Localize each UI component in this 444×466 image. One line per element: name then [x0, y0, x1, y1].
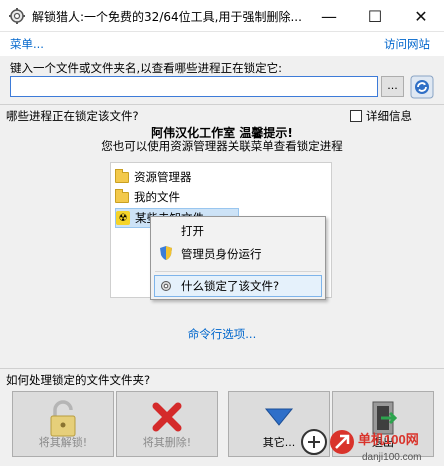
input-prompt: 键入一个文件或文件夹名,以查看哪些进程正在锁定它: [10, 61, 283, 75]
app-gear-icon [9, 8, 25, 24]
divider [0, 104, 444, 105]
unlock-button[interactable]: 将其解锁! [12, 391, 114, 457]
folder-icon [115, 168, 129, 183]
list-item: 我的文件 [115, 187, 180, 207]
list-item: 资源管理器 [115, 167, 192, 187]
detail-label: 详细信息 [366, 109, 412, 123]
title-bar: 解锁猎人:一个免费的32/64位工具,用于强制删除... — ☐ ✕ [0, 0, 444, 32]
detail-checkbox[interactable]: 详细信息 [350, 108, 412, 124]
ctx-open: 打开 [181, 224, 204, 238]
visit-website-link[interactable]: 访问网站 [384, 36, 430, 52]
locking-processes-label: 哪些进程正在锁定该文件? [6, 109, 139, 123]
context-menu: 打开 管理员身份运行 什么锁定了该文件? [150, 216, 326, 300]
checkbox-box[interactable] [350, 110, 362, 122]
folder-icon [115, 188, 129, 203]
hazard-icon: ☢ [116, 211, 130, 225]
divider [0, 368, 444, 369]
close-button[interactable]: ✕ [398, 0, 444, 32]
menu-separator [155, 271, 321, 272]
site-watermark: 单机100网 danji100.com [301, 429, 421, 463]
ctx-what-locks: 什么锁定了该文件? [181, 279, 280, 293]
tip-subtitle: 您也可以使用资源管理器关联菜单查看锁定进程 [101, 139, 343, 153]
watermark-brand: 单机100网 [358, 432, 419, 447]
window-title: 解锁猎人:一个免费的32/64位工具,用于强制删除... [32, 10, 302, 24]
menu-bar: 菜单... 访问网站 [0, 32, 444, 56]
item-label: 资源管理器 [134, 170, 192, 184]
how-to-handle-label: 如何处理锁定的文件文件夹? [6, 373, 151, 387]
command-line-options-link[interactable]: 命令行选项... [0, 326, 444, 342]
refresh-icon[interactable] [410, 75, 434, 99]
item-label: 我的文件 [134, 190, 180, 204]
delete-label: 将其删除! [142, 436, 192, 449]
shield-icon [160, 246, 172, 260]
unlock-label: 将其解锁! [38, 436, 88, 449]
gear-icon [161, 281, 171, 291]
watermark-url: danji100.com [362, 452, 421, 463]
menu-link[interactable]: 菜单... [10, 36, 44, 52]
maximize-button[interactable]: ☐ [352, 0, 398, 32]
browse-button[interactable]: ... [381, 76, 404, 97]
delete-button[interactable]: 将其删除! [116, 391, 218, 457]
ctx-run-as-admin: 管理员身份运行 [181, 247, 262, 261]
delete-x-icon [152, 402, 182, 432]
padlock-icon [50, 400, 76, 437]
path-input[interactable] [10, 76, 378, 97]
dropdown-arrow-icon [264, 408, 294, 426]
minimize-button[interactable]: — [306, 0, 352, 32]
